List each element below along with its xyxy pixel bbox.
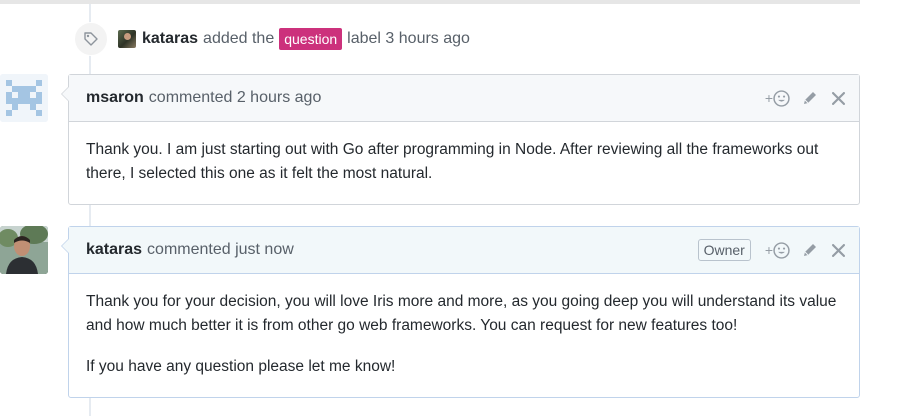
comment-header: kataras commented just now Owner + bbox=[69, 227, 859, 274]
comment-author-link[interactable]: msaron bbox=[86, 89, 144, 107]
question-label[interactable]: question bbox=[279, 28, 343, 50]
comment-author-link[interactable]: kataras bbox=[86, 241, 142, 259]
smiley-icon bbox=[773, 89, 790, 107]
comment-paragraph: Thank you. I am just starting out with G… bbox=[86, 141, 819, 182]
plus-icon: + bbox=[764, 242, 773, 258]
delete-comment-button[interactable] bbox=[832, 88, 845, 108]
owner-badge: Owner bbox=[697, 239, 751, 261]
pencil-icon bbox=[804, 244, 816, 256]
delete-comment-button[interactable] bbox=[832, 240, 845, 260]
comment: kataras commented just now Owner + Thank… bbox=[61, 226, 860, 398]
add-reaction-button[interactable]: + bbox=[765, 88, 790, 108]
close-icon bbox=[832, 243, 845, 257]
comment-body: Thank you. I am just starting out with G… bbox=[69, 122, 859, 186]
close-icon bbox=[832, 91, 845, 105]
comment-header: msaron commented 2 hours ago + bbox=[69, 75, 859, 122]
event-action-text: added the bbox=[203, 30, 275, 47]
add-reaction-button[interactable]: + bbox=[765, 240, 790, 260]
label-event: kataras added the question label 3 hours… bbox=[74, 21, 470, 57]
comment: msaron commented 2 hours ago + Thank you… bbox=[61, 74, 860, 205]
actor-avatar[interactable] bbox=[118, 30, 136, 48]
event-suffix: label 3 hours ago bbox=[347, 30, 470, 47]
edit-comment-button[interactable] bbox=[802, 88, 818, 108]
plus-icon: + bbox=[764, 90, 773, 106]
edit-comment-button[interactable] bbox=[802, 240, 818, 260]
tag-icon bbox=[74, 22, 108, 56]
comment-paragraph: If you have any question please let me k… bbox=[86, 358, 396, 375]
smiley-icon bbox=[773, 241, 790, 259]
comment-paragraph: Thank you for your decision, you will lo… bbox=[86, 293, 837, 334]
comment-timestamp[interactable]: commented 2 hours ago bbox=[149, 89, 322, 107]
comment-timestamp[interactable]: commented just now bbox=[147, 241, 294, 259]
avatar[interactable] bbox=[0, 226, 48, 274]
event-actor-link[interactable]: kataras bbox=[142, 30, 198, 48]
comment-body: Thank you for your decision, you will lo… bbox=[69, 274, 859, 379]
previous-comment-edge bbox=[0, 0, 860, 4]
pencil-icon bbox=[804, 92, 816, 104]
issue-timeline: kataras added the question label 3 hours… bbox=[0, 0, 921, 416]
avatar[interactable] bbox=[0, 74, 48, 122]
